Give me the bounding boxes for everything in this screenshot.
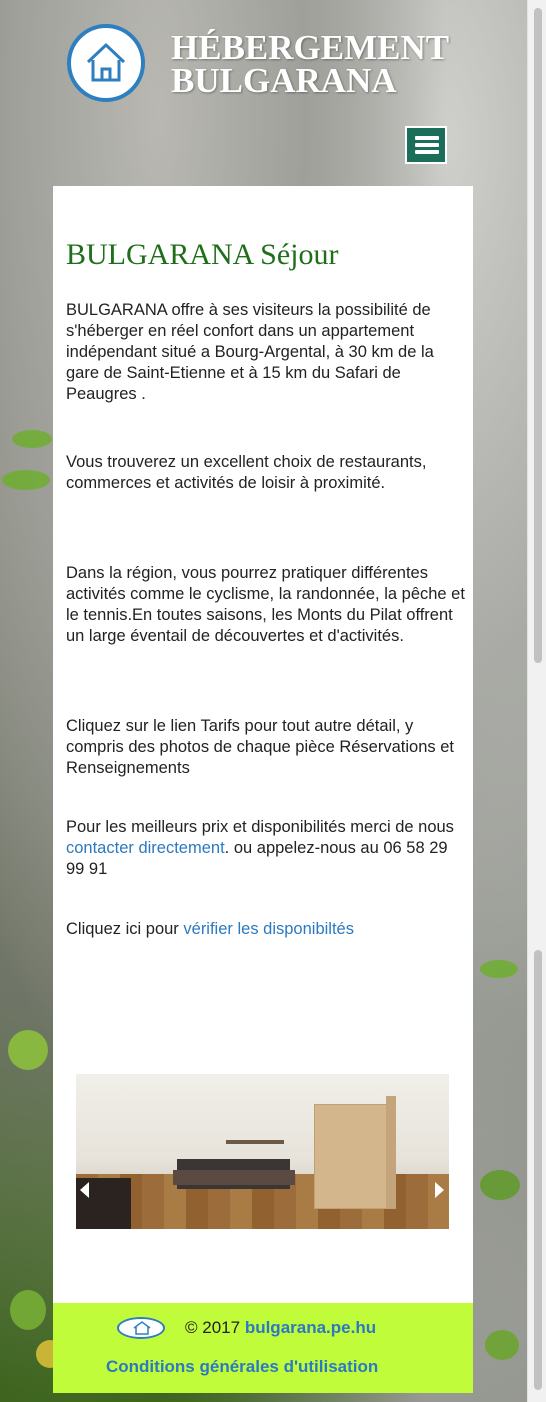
- site-link[interactable]: bulgarana.pe.hu: [245, 1318, 376, 1337]
- site-title[interactable]: HÉBERGEMENT BULGARANA: [171, 28, 450, 100]
- restaurants-paragraph: Vous trouverez un excellent choix de res…: [66, 453, 427, 492]
- contact-link[interactable]: contacter directement: [66, 839, 225, 857]
- intro-paragraph: BULGARANA offre à ses visiteurs la possi…: [66, 301, 434, 403]
- terms-link[interactable]: Conditions générales d'utilisation: [106, 1357, 378, 1377]
- activities-paragraph: Dans la région, vous pourrez pratiquer d…: [66, 564, 465, 645]
- scrollbar-thumb[interactable]: [534, 8, 542, 663]
- scrollbar-thumb-lower[interactable]: [534, 950, 542, 1390]
- hamburger-menu-icon: [415, 136, 439, 140]
- arrow-left-icon[interactable]: [80, 1182, 89, 1198]
- tarifs-paragraph: Cliquez sur le lien Tarifs pour tout aut…: [66, 717, 454, 777]
- availability-link[interactable]: vérifier les disponibiltés: [183, 920, 354, 938]
- site-title-line2: BULGARANA: [171, 61, 397, 100]
- scrollbar[interactable]: [527, 0, 546, 1402]
- contact-paragraph: Pour les meilleurs prix et disponibilité…: [66, 818, 454, 878]
- site-title-line1: HÉBERGEMENT: [171, 28, 450, 67]
- copyright: © 2017 bulgarana.pe.hu: [185, 1318, 377, 1337]
- house-icon: [86, 43, 126, 82]
- page-heading: BULGARANA Séjour: [66, 238, 339, 271]
- footer: © 2017 bulgarana.pe.hu Conditions généra…: [53, 1303, 473, 1393]
- site-logo[interactable]: [67, 24, 145, 102]
- menu-button[interactable]: [405, 126, 447, 164]
- house-icon: [133, 1321, 151, 1335]
- arrow-right-icon[interactable]: [435, 1182, 444, 1198]
- image-slider[interactable]: [76, 1074, 449, 1229]
- content-card: BULGARANA Séjour BULGARANA offre à ses v…: [53, 186, 473, 1306]
- footer-logo: [117, 1317, 165, 1339]
- availability-paragraph: Cliquez ici pour vérifier les disponibil…: [66, 920, 354, 938]
